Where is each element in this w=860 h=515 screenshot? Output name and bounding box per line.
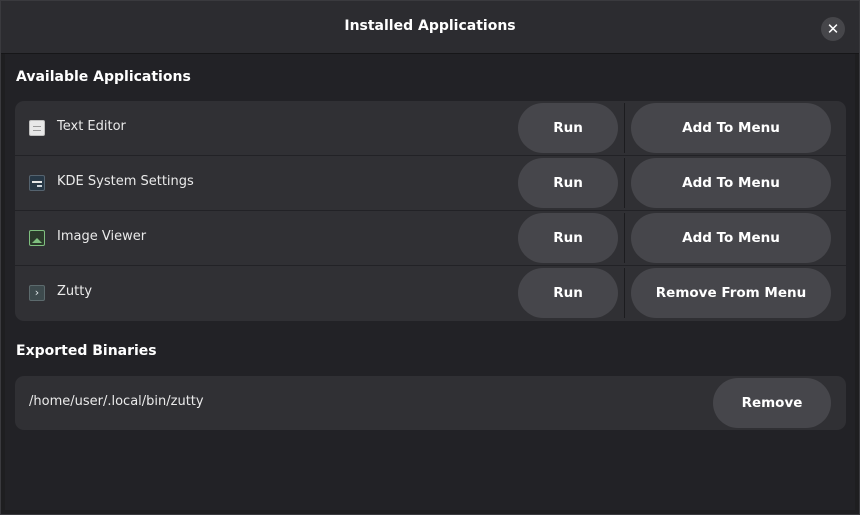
list-item-binary: /home/user/.local/bin/zutty Remove xyxy=(15,376,846,430)
run-button[interactable]: Run xyxy=(518,158,618,208)
available-applications-heading: Available Applications xyxy=(16,69,191,85)
add-to-menu-button[interactable]: Add To Menu xyxy=(631,103,831,153)
remove-from-menu-button[interactable]: Remove From Menu xyxy=(631,268,831,318)
image-viewer-icon xyxy=(29,230,45,246)
add-to-menu-button[interactable]: Add To Menu xyxy=(631,213,831,263)
installed-applications-dialog: Installed Applications ✕ Available Appli… xyxy=(0,0,860,515)
dialog-title: Installed Applications xyxy=(344,18,516,34)
kde-settings-icon xyxy=(29,175,45,191)
terminal-icon: › xyxy=(29,285,45,301)
text-editor-icon xyxy=(29,120,45,136)
app-name: KDE System Settings xyxy=(57,174,194,189)
list-item-kde-system-settings: KDE System Settings Run Add To Menu xyxy=(15,156,846,211)
remove-button[interactable]: Remove xyxy=(713,378,831,428)
available-applications-list: Text Editor Run Add To Menu KDE System S… xyxy=(15,101,846,321)
close-button[interactable]: ✕ xyxy=(821,17,845,41)
exported-binaries-list: /home/user/.local/bin/zutty Remove xyxy=(15,376,846,430)
run-button[interactable]: Run xyxy=(518,103,618,153)
app-name: Image Viewer xyxy=(57,229,147,244)
close-icon: ✕ xyxy=(826,19,840,38)
app-name: Zutty xyxy=(57,284,93,299)
run-button[interactable]: Run xyxy=(518,213,618,263)
dialog-content: Available Applications Text Editor Run A… xyxy=(5,54,855,510)
button-divider xyxy=(624,103,625,153)
add-to-menu-button[interactable]: Add To Menu xyxy=(631,158,831,208)
list-item-image-viewer: Image Viewer Run Add To Menu xyxy=(15,211,846,266)
title-bar: Installed Applications ✕ xyxy=(1,1,859,54)
button-divider xyxy=(624,268,625,318)
app-name: Text Editor xyxy=(57,119,126,134)
exported-binaries-heading: Exported Binaries xyxy=(16,343,157,359)
list-item-zutty: › Zutty Run Remove From Menu xyxy=(15,266,846,321)
list-item-text-editor: Text Editor Run Add To Menu xyxy=(15,101,846,156)
button-divider xyxy=(624,158,625,208)
button-divider xyxy=(624,213,625,263)
binary-path: /home/user/.local/bin/zutty xyxy=(29,394,204,409)
run-button[interactable]: Run xyxy=(518,268,618,318)
